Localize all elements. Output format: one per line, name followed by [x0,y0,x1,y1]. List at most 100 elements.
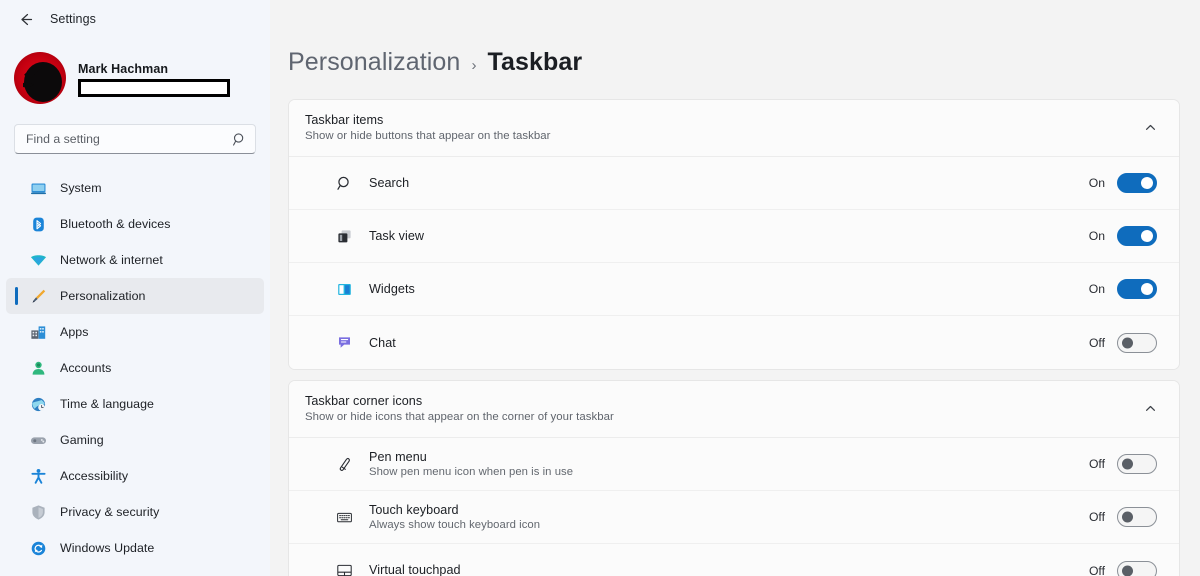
toggle-state-label: On [1088,282,1105,296]
toggle-knob [1122,458,1133,470]
sidebar-item-apps[interactable]: Apps [6,314,264,350]
breadcrumb: Personalization › Taskbar [288,0,1180,99]
sidebar-item-label: Time & language [60,397,154,411]
toggle-state-label: On [1088,176,1105,190]
toggle-switch[interactable] [1117,173,1157,193]
row-label: Touch keyboard [369,503,459,517]
row-text: Task view [369,229,424,243]
section-subtitle: Show or hide buttons that appear on the … [305,130,551,142]
toggle-state-label: Off [1088,563,1105,576]
chevron-up-icon[interactable] [1144,121,1157,134]
table-row[interactable]: Search On [289,157,1179,210]
section-title: Taskbar corner icons [305,394,423,408]
row-right: Off [1089,454,1157,474]
breadcrumb-parent[interactable]: Personalization [288,48,460,77]
touchpad-icon [335,561,354,576]
toggle-switch[interactable] [1117,332,1157,353]
row-left: Search [305,174,409,193]
section-header[interactable]: Taskbar items Show or hide buttons that … [289,100,1179,157]
sidebar-item-accounts[interactable]: Accounts [6,350,264,386]
search-input[interactable] [26,132,232,146]
pen-icon [335,455,354,474]
section-header-text: Taskbar items Show or hide buttons that … [305,113,551,142]
accessibility-icon [30,468,47,485]
row-right: On [1089,226,1157,246]
row-text: Pen menu Show pen menu icon when pen is … [369,450,573,478]
toggle-state-label: Off [1088,457,1105,471]
sidebar-item-privacy-security[interactable]: Privacy & security [6,494,264,530]
table-row[interactable]: Widgets On [289,263,1179,316]
section-header-text: Taskbar corner icons Show or hide icons … [305,394,614,423]
sidebar-item-time-language[interactable]: Time & language [6,386,264,422]
chat-icon [335,333,354,352]
widgets-icon [335,280,354,299]
sidebar-item-personalization[interactable]: Personalization [6,278,264,314]
toggle-knob [1141,230,1153,242]
sidebar: Settings Mark Hachman Find a setting Sys… [0,0,270,576]
avatar [14,52,66,104]
toggle-state-label: Off [1088,335,1105,350]
sidebar-item-label: Accessibility [60,469,129,483]
keyboard-icon [335,508,354,527]
toggle-state-label: Off [1088,510,1105,524]
search-box[interactable] [14,124,256,154]
app-title: Settings [50,12,96,26]
sidebar-item-label: Windows Update [60,541,155,555]
sidebar-item-accessibility[interactable]: Accessibility [6,458,264,494]
toggle-switch[interactable] [1117,226,1157,246]
sidebar-item-label: System [60,181,102,195]
sidebar-item-windows-update[interactable]: Windows Update [6,530,264,566]
main-content: Personalization › Taskbar Taskbar items … [270,0,1200,576]
sidebar-item-label: Gaming [60,433,104,447]
row-text: Widgets [369,282,415,296]
section-taskbar-corner-icons: Taskbar corner icons Show or hide icons … [288,380,1180,576]
account-email-redacted [78,78,230,97]
sidebar-item-network-internet[interactable]: Network & internet [6,242,264,278]
row-label: Pen menu [369,450,427,464]
back-arrow-icon[interactable] [12,6,38,32]
sidebar-item-label: Personalization [60,289,146,303]
sidebar-item-gaming[interactable]: Gaming [6,422,264,458]
person-icon [30,360,47,377]
toggle-switch[interactable] [1117,454,1157,474]
table-row[interactable]: Task view On [289,210,1179,263]
row-label: Widgets [369,282,415,296]
toggle-state-label: On [1088,229,1105,243]
toggle-knob [1141,283,1153,295]
toggle-knob [1122,565,1133,576]
section-header[interactable]: Taskbar corner icons Show or hide icons … [289,381,1179,438]
table-row[interactable]: Chat Off [289,316,1179,369]
bluetooth-icon [30,216,47,233]
table-row[interactable]: Virtual touchpad Off [289,544,1179,576]
row-right: Off [1088,332,1157,353]
toggle-switch[interactable] [1117,560,1157,576]
account-tile[interactable]: Mark Hachman [0,38,270,110]
chevron-up-icon[interactable] [1144,402,1157,415]
table-row[interactable]: Pen menu Show pen menu icon when pen is … [289,438,1179,491]
sidebar-item-label: Apps [60,325,89,339]
page-title: Taskbar [487,48,583,76]
row-text: Chat [369,336,396,350]
settings-window: Settings Mark Hachman Find a setting Sys… [0,0,1200,576]
sidebar-item-label: Accounts [60,361,112,375]
shield-icon [30,504,47,521]
sidebar-item-system[interactable]: System [6,170,264,206]
row-sublabel: Always show touch keyboard icon [369,519,541,531]
breadcrumb-separator: › [471,57,477,74]
search-icon [232,132,247,147]
update-icon [30,540,47,557]
toggle-switch[interactable] [1117,279,1157,299]
search-icon [335,174,354,193]
toggle-switch[interactable] [1117,507,1157,527]
monitor-icon [30,180,47,197]
paintbrush-icon [30,288,47,305]
row-left: Touch keyboard Always show touch keyboar… [305,503,540,531]
row-right: Off [1088,560,1157,576]
sidebar-item-label: Privacy & security [60,505,160,519]
row-left: Pen menu Show pen menu icon when pen is … [305,450,573,478]
row-left: Task view [305,227,424,246]
row-label: Task view [369,229,425,243]
table-row[interactable]: Touch keyboard Always show touch keyboar… [289,491,1179,544]
account-name: Mark Hachman [78,61,169,76]
sidebar-item-bluetooth-devices[interactable]: Bluetooth & devices [6,206,264,242]
